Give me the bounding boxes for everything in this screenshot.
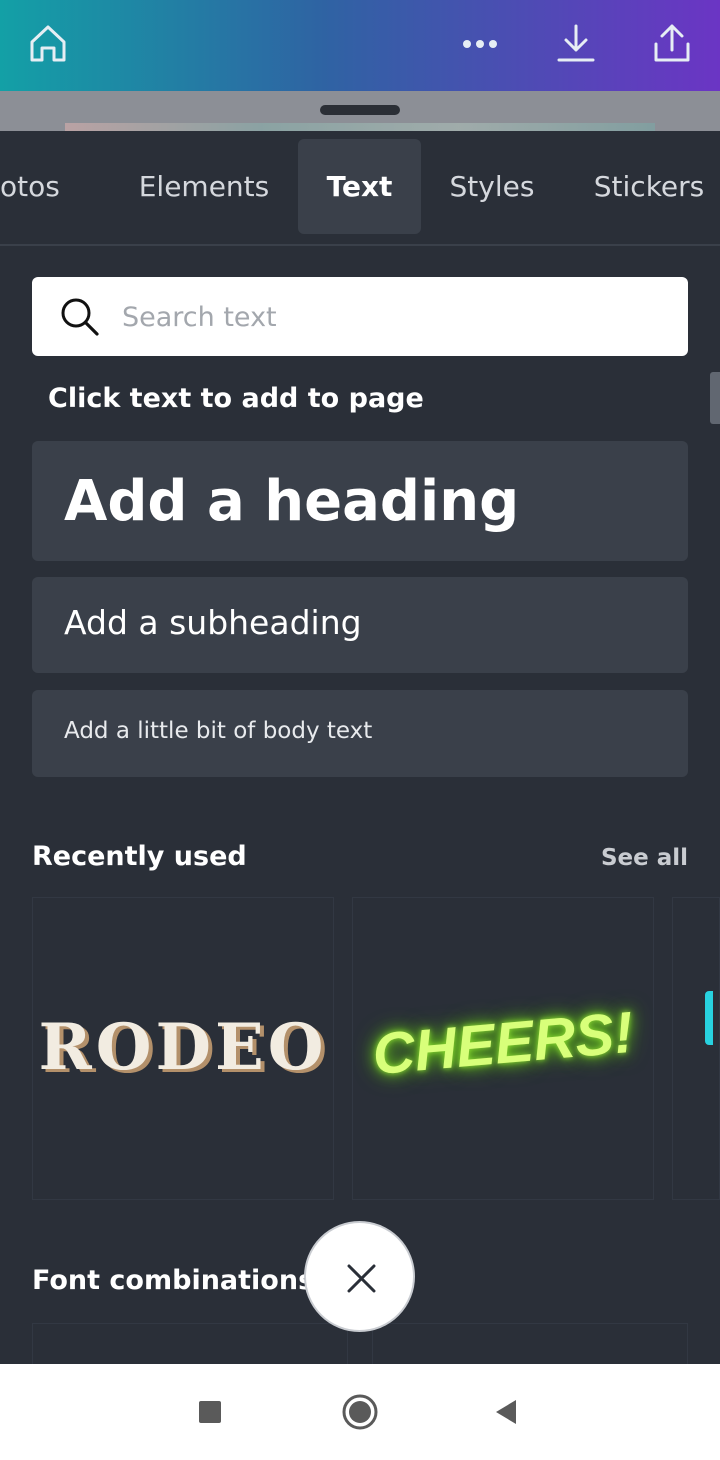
rodeo-text-style: RODEO [38, 1010, 328, 1085]
home-circle-icon[interactable] [338, 1390, 382, 1434]
share-icon[interactable] [648, 20, 696, 68]
system-nav-bar [0, 1364, 720, 1460]
panel-scrollbar[interactable] [710, 372, 720, 424]
add-body-text-button[interactable]: Add a little bit of body text [32, 690, 688, 777]
recent-text-cheers[interactable]: CHEERS! [352, 897, 654, 1200]
close-icon [347, 1264, 376, 1293]
more-icon[interactable] [456, 20, 504, 68]
click-hint-label: Click text to add to page [48, 383, 424, 414]
drag-handle[interactable] [320, 105, 400, 115]
font-combo-tile[interactable] [372, 1323, 688, 1364]
add-heading-button[interactable]: Add a heading [32, 441, 688, 561]
add-heading-label: Add a heading [64, 469, 520, 534]
add-subheading-button[interactable]: Add a subheading [32, 577, 688, 673]
tab-styles[interactable]: Styles [437, 139, 547, 234]
font-combinations-title: Font combinations [32, 1265, 315, 1296]
recent-apps-icon[interactable] [188, 1390, 232, 1434]
add-subheading-label: Add a subheading [64, 603, 362, 642]
top-toolbar [0, 0, 720, 91]
recent-text-partial[interactable] [672, 897, 720, 1200]
home-icon[interactable] [24, 20, 72, 68]
font-combo-tile[interactable] [32, 1323, 348, 1364]
tab-text[interactable]: Text [298, 139, 421, 234]
search-icon [61, 298, 99, 336]
see-all-link[interactable]: See all [601, 845, 688, 871]
tab-elements[interactable]: Elements [126, 139, 282, 234]
download-icon[interactable] [552, 20, 600, 68]
recent-text-rodeo[interactable]: RODEO [32, 897, 334, 1200]
close-panel-button[interactable] [304, 1221, 415, 1332]
recently-used-title: Recently used [32, 841, 247, 872]
tab-photos[interactable]: otos [0, 139, 96, 234]
search-box [32, 277, 688, 356]
tab-bar: otos Elements Text Styles Stickers [0, 131, 720, 246]
text-panel: otos Elements Text Styles Stickers Click… [0, 131, 720, 1364]
add-body-text-label: Add a little bit of body text [64, 718, 373, 744]
search-input[interactable] [120, 287, 664, 347]
scroll-indicator [705, 991, 713, 1045]
tab-stickers[interactable]: Stickers [578, 139, 720, 234]
back-icon[interactable] [484, 1390, 528, 1434]
cheers-text-style: CHEERS! [370, 999, 636, 1088]
